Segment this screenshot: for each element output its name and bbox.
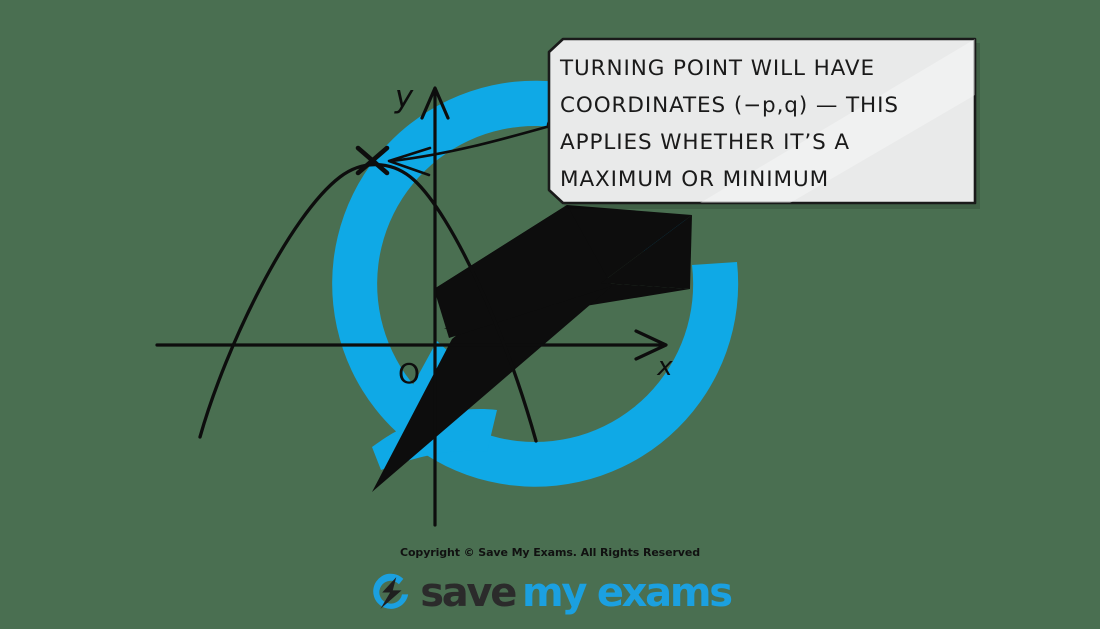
footer: Copyright © Save My Exams. All Rights Re… [0,545,1100,615]
note-line-2: COORDINATES (−p,q) — THIS [560,93,899,118]
note-line-3: APPLIES WHETHER IT’S A [560,130,850,155]
save-my-exams-logo: save my exams [0,571,1100,615]
copyright-text: Copyright © Save My Exams. All Rights Re… [399,546,701,559]
note-line-1: TURNING POINT WILL HAVE [560,56,875,81]
note-text-block: TURNING POINT WILL HAVE COORDINATES (−p,… [560,50,972,198]
bolt-circle-icon [373,573,409,609]
note-line-4: MAXIMUM OR MINIMUM [560,167,830,192]
logo-word-myexams: my exams [522,570,733,616]
logo-word-save: save [420,570,517,616]
illustration-canvas: y x O TURNING POINT WILL HAVE COORDINATE… [0,0,1100,629]
